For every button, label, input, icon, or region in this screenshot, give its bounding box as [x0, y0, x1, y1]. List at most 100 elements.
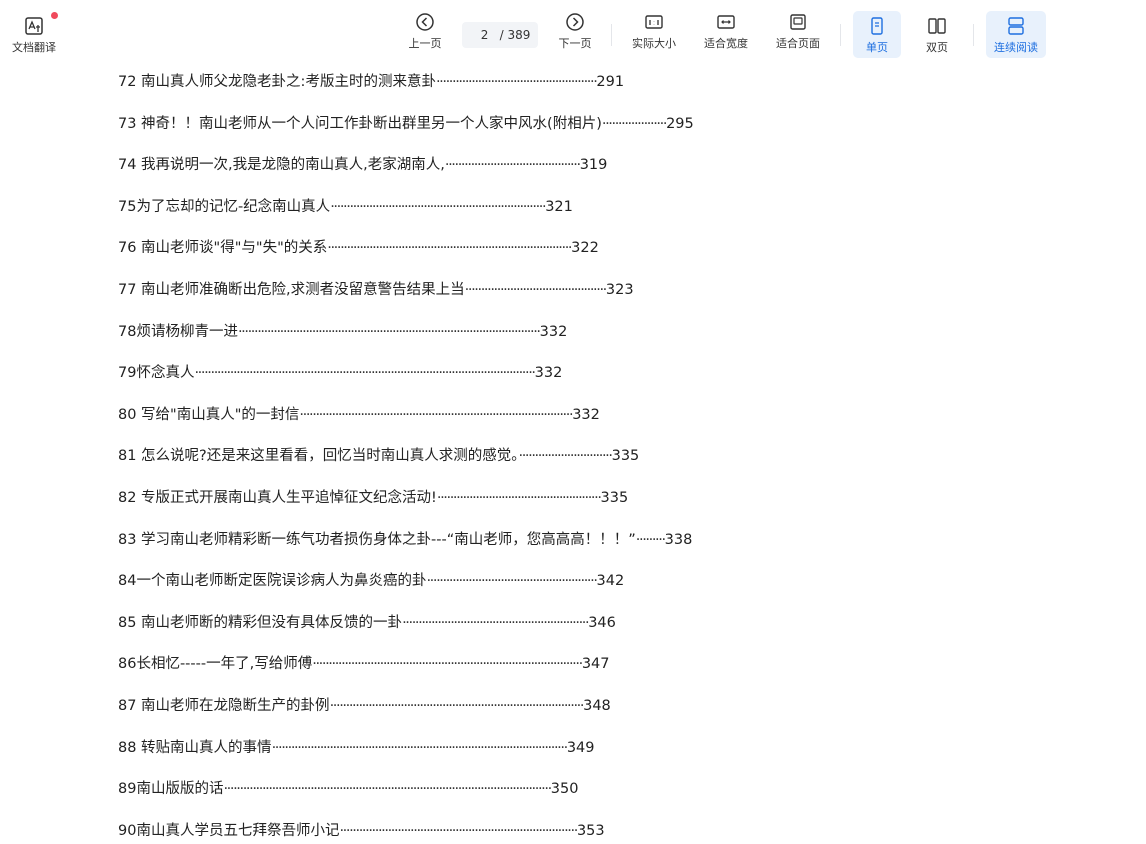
toc-entry-leader: ········································…	[435, 74, 598, 90]
next-page-button[interactable]: 下一页	[552, 12, 598, 60]
toc-entry-leader: ········································…	[271, 740, 569, 756]
actual-size-label: 实际大小	[632, 37, 676, 50]
page-indicator[interactable]: 2 / 389	[462, 22, 538, 48]
toolbar-divider	[611, 24, 612, 46]
translate-icon	[25, 17, 43, 35]
toc-entry-page: 319	[579, 157, 608, 173]
single-page-icon	[871, 17, 883, 35]
toc-entry[interactable]: 83 学习南山老师精彩断一练气功者损伤身体之卦---“南山老师，您高高高！！！”…	[118, 529, 692, 551]
toc-entry-leader: ········································…	[444, 157, 581, 173]
double-page-button[interactable]: 双页	[914, 16, 960, 64]
actual-size-button[interactable]: 实际大小	[626, 12, 682, 60]
toc-entry-leader: ·····························	[518, 448, 613, 464]
toc-entry-leader: ····················	[601, 116, 668, 132]
toc-entry-title: 80 写给"南山真人"的一封信	[118, 407, 300, 423]
toc-entry[interactable]: 82 专版正式开展南山真人生平追悼征文纪念活动!················…	[118, 487, 628, 509]
toc-entry-title: 88 转贴南山真人的事情	[118, 740, 272, 756]
notification-dot	[51, 12, 58, 19]
toc-entry[interactable]: 86长相忆-----一年了,写给师傅······················…	[118, 653, 610, 675]
toc-entry-page: 350	[550, 781, 579, 797]
toolbar: 文档翻译 上一页 2 / 389 下一页 实际大小 适合宽度 适合页面 单页 双…	[0, 0, 1146, 64]
toc-entry-title: 79怀念真人	[118, 365, 195, 381]
toc-entry-title: 81 怎么说呢?还是来这里看看，回忆当时南山真人求测的感觉。	[118, 448, 519, 464]
single-page-button[interactable]: 单页	[853, 11, 901, 58]
toc-entry-title: 83 学习南山老师精彩断一练气功者损伤身体之卦---“南山老师，您高高高！！！”	[118, 532, 636, 548]
chevron-left-circle-icon	[416, 13, 434, 31]
toc-entry-page: 295	[666, 116, 694, 132]
toc-entry-leader: ········································…	[329, 698, 585, 714]
toc-entry-leader: ········································…	[464, 282, 608, 298]
toc-entry[interactable]: 81 怎么说呢?还是来这里看看，回忆当时南山真人求测的感觉。··········…	[118, 445, 639, 467]
toc-entry[interactable]: 84一个南山老师断定医院误诊病人为鼻炎癌的卦··················…	[118, 570, 624, 592]
toc-entry-page: 332	[539, 324, 568, 340]
toc-entry[interactable]: 90南山真人学员五七拜祭吾师小记························…	[118, 820, 605, 842]
toc-entry-title: 86长相忆-----一年了,写给师傅	[118, 656, 313, 672]
toc-entry-title: 75为了忘却的记忆-纪念南山真人	[118, 199, 331, 215]
toc-entry-leader: ········································…	[312, 656, 583, 672]
toc-entry-page: 323	[605, 282, 634, 298]
fit-width-icon	[717, 15, 735, 29]
toc-entry[interactable]: 88 转贴南山真人的事情····························…	[118, 737, 595, 759]
toc-entry-page: 348	[583, 698, 611, 714]
toc-entry[interactable]: 80 写给"南山真人"的一封信·························…	[118, 404, 600, 426]
single-page-label: 单页	[866, 41, 888, 54]
toc-entry-title: 85 南山老师断的精彩但没有具体反馈的一卦	[118, 615, 403, 631]
toc-entry-title: 76 南山老师谈"得"与"失"的关系	[118, 240, 328, 256]
toc-entry[interactable]: 75为了忘却的记忆-纪念南山真人························…	[118, 196, 573, 218]
toc-entry-leader: ········································…	[327, 240, 572, 256]
toc-entry-page: 321	[545, 199, 573, 215]
toc-entry-title: 73 神奇！！南山老师从一个人问工作卦断出群里另一个人家中风水(附相片)	[118, 116, 602, 132]
toc-entry[interactable]: 76 南山老师谈"得"与"失"的关系······················…	[118, 237, 599, 259]
next-page-label: 下一页	[558, 37, 592, 50]
toc-entry[interactable]: 78烦请杨柳青一进·······························…	[118, 321, 567, 343]
toc-entry[interactable]: 74 我再说明一次,我是龙隐的南山真人,老家湖南人,··············…	[118, 154, 607, 176]
toc-entry-leader: ·········	[635, 532, 666, 548]
toc-entry-page: 332	[534, 365, 563, 381]
toc-entry-leader: ········································…	[237, 324, 541, 340]
toc-entry-title: 82 专版正式开展南山真人生平追悼征文纪念活动!	[118, 490, 437, 506]
fit-page-button[interactable]: 适合页面	[770, 12, 826, 60]
chevron-right-circle-icon	[566, 13, 584, 31]
continuous-reading-icon	[1008, 17, 1024, 35]
current-page-input[interactable]: 2	[470, 28, 500, 42]
fit-width-button[interactable]: 适合宽度	[698, 12, 754, 60]
toc-entry-leader: ········································…	[330, 199, 546, 215]
toc-entry-page: 335	[600, 490, 629, 506]
toc-entry-title: 78烦请杨柳青一进	[118, 324, 238, 340]
double-page-label: 双页	[926, 41, 948, 54]
toc-entry[interactable]: 73 神奇！！南山老师从一个人问工作卦断出群里另一个人家中风水(附相片)····…	[118, 113, 694, 135]
fit-page-icon	[790, 14, 806, 30]
toc-entry-leader: ········································…	[299, 407, 573, 423]
prev-page-button[interactable]: 上一页	[402, 12, 448, 60]
continuous-reading-label: 连续阅读	[994, 41, 1038, 54]
toc-entry-page: 346	[588, 615, 616, 631]
toc-entry[interactable]: 72 南山真人师父龙隐老卦之:考版主时的测来意卦················…	[118, 71, 624, 93]
toc-entry-page: 353	[576, 823, 605, 839]
toc-entry-title: 74 我再说明一次,我是龙隐的南山真人,老家湖南人,	[118, 157, 445, 173]
toc-entry-page: 347	[581, 656, 610, 672]
double-page-icon	[928, 18, 946, 34]
translate-label: 文档翻译	[12, 41, 56, 54]
toc-entry[interactable]: 77 南山老师准确断出危险,求测者没留意警告结果上当··············…	[118, 279, 634, 301]
prev-page-label: 上一页	[408, 37, 442, 50]
translate-button[interactable]: 文档翻译	[8, 12, 60, 64]
toolbar-divider	[973, 24, 974, 46]
toc-entry-leader: ········································…	[436, 490, 602, 506]
toc-entry-title: 87 南山老师在龙隐断生产的卦例	[118, 698, 330, 714]
continuous-reading-button[interactable]: 连续阅读	[986, 11, 1046, 58]
toc-entry-title: 77 南山老师准确断出危险,求测者没留意警告结果上当	[118, 282, 465, 298]
toc-entry-page: 291	[596, 74, 625, 90]
toc-entry-page: 322	[571, 240, 599, 256]
toc-entry[interactable]: 87 南山老师在龙隐断生产的卦例························…	[118, 695, 611, 717]
toolbar-divider	[840, 24, 841, 46]
fit-page-label: 适合页面	[776, 37, 820, 50]
toc-entry-page: 335	[611, 448, 640, 464]
toc-entry-leader: ········································…	[339, 823, 578, 839]
toc-entry-page: 349	[566, 740, 595, 756]
toc-entry[interactable]: 89南山版版的话································…	[118, 778, 578, 800]
toc-entry[interactable]: 85 南山老师断的精彩但没有具体反馈的一卦···················…	[118, 612, 616, 634]
toc-entry-page: 342	[596, 573, 625, 589]
toc-entry-leader: ········································…	[426, 573, 597, 589]
toc-entry[interactable]: 79怀念真人··································…	[118, 362, 562, 384]
toc-entry-title: 72 南山真人师父龙隐老卦之:考版主时的测来意卦	[118, 74, 436, 90]
